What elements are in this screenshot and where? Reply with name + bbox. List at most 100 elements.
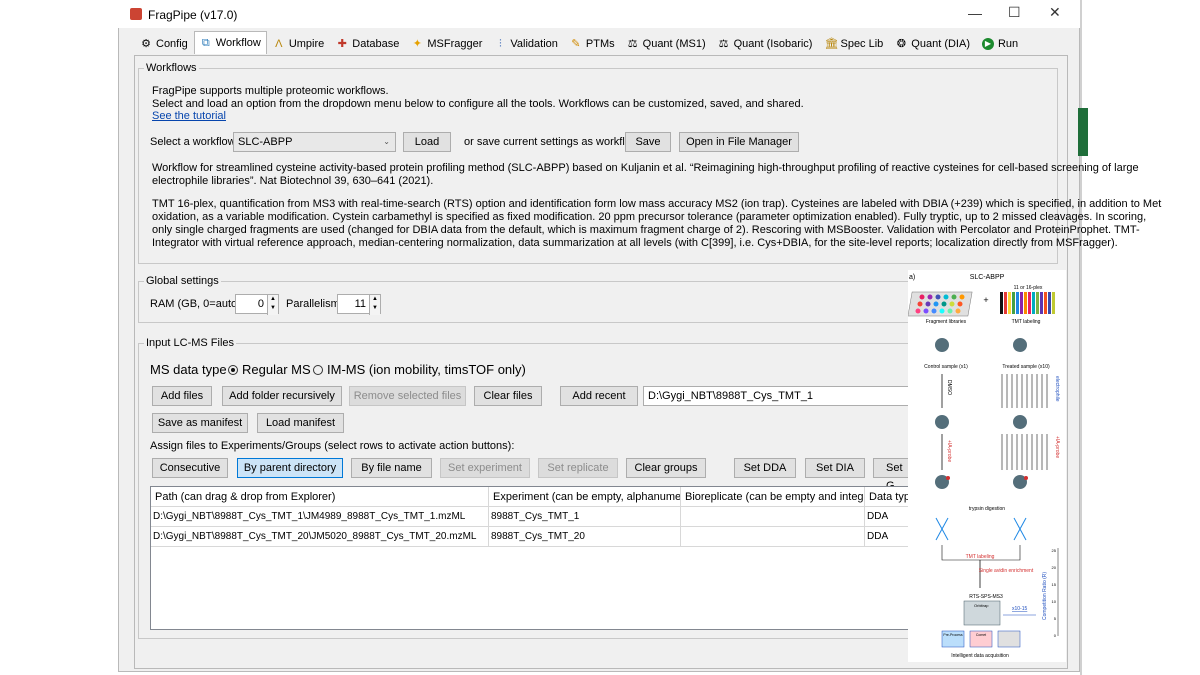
close-button[interactable]: ✕	[1049, 4, 1061, 21]
add-recent-button[interactable]: Add recent	[560, 386, 638, 406]
slc-abpp-schematic: a) SLC-ABPP Fragment libraries + 11 or 1…	[907, 274, 1060, 659]
assign-groups-label: Assign files to Experiments/Groups (sele…	[150, 440, 515, 452]
tab-spec-lib[interactable]: 🏛 Spec Lib	[818, 33, 889, 55]
table-row-1-data-type[interactable]: DDA	[865, 507, 911, 527]
tab-ptms[interactable]: ✎ PTMs	[564, 33, 621, 55]
workflow-select[interactable]: SLC-ABPP ⌄	[233, 132, 396, 152]
parallelism-spinner[interactable]: 11 ▲ ▼	[337, 294, 381, 315]
desktop-background	[1080, 0, 1200, 675]
tab-msfragger[interactable]: ✦ MSFragger	[405, 33, 488, 55]
orbitrap-label: Orbitrap	[974, 603, 989, 608]
regular-ms-radio[interactable]: Regular MS	[228, 362, 311, 377]
minimize-button[interactable]: —	[968, 5, 982, 21]
tmt-tubes-icon	[1000, 292, 1055, 314]
table-row-2-data-type[interactable]: DDA	[865, 527, 911, 547]
add-files-button[interactable]: Add files	[152, 386, 212, 406]
set-group-button[interactable]: Set G	[873, 458, 913, 492]
control-cell-icon	[935, 338, 949, 352]
peptides-icon	[935, 517, 1027, 541]
clear-groups-button[interactable]: Clear groups	[626, 458, 706, 478]
table-row-1-experiment[interactable]: 8988T_Cys_TMT_1	[489, 507, 681, 527]
x10-15-label: x10-15	[1012, 606, 1028, 612]
set-replicate-button[interactable]: Set replicate	[538, 458, 618, 478]
tab-validation[interactable]: ⫶ Validation	[488, 33, 564, 55]
dia-icon: ❂	[896, 38, 906, 50]
table-header-experiment[interactable]: Experiment (can be empty, alphanumeric..…	[489, 487, 681, 507]
workflows-intro-1: FragPipe supports multiple proteomic wor…	[152, 85, 389, 97]
load-workflow-button[interactable]: Load	[403, 132, 451, 152]
table-header-path[interactable]: Path (can drag & drop from Explorer)	[151, 487, 489, 507]
radio-unselected-icon	[313, 364, 323, 375]
probe-arrows-icon	[1001, 434, 1048, 470]
tmt-labeling-top-label: TMT labeling	[1012, 319, 1041, 325]
open-file-manager-button[interactable]: Open in File Manager	[679, 132, 799, 152]
figure-panel-label: a)	[909, 274, 915, 281]
set-experiment-button[interactable]: Set experiment	[440, 458, 530, 478]
tutorial-link[interactable]: See the tutorial	[152, 110, 226, 122]
tab-umpire[interactable]: Λ Umpire	[267, 33, 330, 55]
set-dia-button[interactable]: Set DIA	[805, 458, 865, 478]
treated-cell-icon	[1013, 338, 1027, 352]
table-header-data-type[interactable]: Data type	[865, 487, 911, 507]
save-workflow-button[interactable]: Save	[625, 132, 671, 152]
trypsin-label: trypsin digestion	[969, 506, 1005, 512]
load-manifest-button[interactable]: Load manifest	[257, 413, 344, 433]
workflows-intro-2: Select and load an option from the dropd…	[152, 98, 804, 110]
ram-spinner[interactable]: 0 ▲ ▼	[235, 294, 279, 315]
tab-quant-isobaric[interactable]: ⚖ Quant (Isobaric)	[712, 33, 819, 55]
ratio-tick-5: 5	[1054, 616, 1057, 621]
remove-selected-files-button[interactable]: Remove selected files	[349, 386, 466, 406]
maximize-button[interactable]: ☐	[1008, 4, 1021, 21]
table-row-2-experiment[interactable]: 8988T_Cys_TMT_20	[489, 527, 681, 547]
probe-label-2: +IA-probe	[1054, 436, 1060, 458]
avidin-label: Single avidin enrichment	[979, 568, 1034, 574]
table-row-1-bioreplicate[interactable]	[681, 507, 865, 527]
recent-path-field[interactable]: D:\Gygi_NBT\8988T_Cys_TMT_1	[643, 386, 909, 406]
select-workflow-label: Select a workflow:	[150, 136, 239, 148]
probe-dot-icon	[1024, 476, 1028, 480]
clear-files-button[interactable]: Clear files	[474, 386, 542, 406]
library-icon: 🏛	[824, 38, 839, 50]
tab-config[interactable]: ⚙ Config	[134, 33, 194, 55]
title-bar	[118, 0, 1080, 28]
play-icon: ▶	[981, 38, 994, 50]
tab-database[interactable]: ✚ Database	[330, 33, 405, 55]
plex-label: 11 or 16-plex	[1014, 285, 1043, 291]
workflow-description-1b: electrophile libraries”. Nat Biotechnol …	[152, 175, 434, 187]
figure-title: SLC-ABPP	[970, 274, 1005, 281]
scale-icon: ⚖	[627, 38, 638, 50]
by-parent-directory-button[interactable]: By parent directory	[237, 458, 343, 478]
tab-workflow[interactable]: ⧉ Workflow	[193, 31, 267, 54]
database-icon: ✚	[337, 38, 347, 50]
radio-selected-icon	[228, 364, 238, 375]
ratio-tick-25: 25	[1052, 548, 1057, 553]
files-table: Path (can drag & drop from Explorer) Exp…	[150, 486, 911, 630]
fragment-plate-icon	[907, 291, 973, 317]
ratio-tick-10: 10	[1052, 599, 1057, 604]
tab-run[interactable]: ▶ Run	[976, 33, 1024, 55]
consecutive-button[interactable]: Consecutive	[152, 458, 228, 478]
comet-label: Comet	[976, 633, 986, 637]
table-row-2-bioreplicate[interactable]	[681, 527, 865, 547]
tab-quant-ms1[interactable]: ⚖ Quant (MS1)	[621, 33, 712, 55]
table-row-1-path[interactable]: D:\Gygi_NBT\8988T_Cys_TMT_1\JM4989_8988T…	[151, 507, 489, 527]
probe-dot-icon	[946, 476, 950, 480]
global-settings-title: Global settings	[144, 275, 221, 287]
plus-icon: +	[983, 295, 988, 305]
treated-cell-2-icon	[1013, 415, 1027, 429]
dmso-label: DMSO	[946, 380, 952, 395]
im-ms-radio[interactable]: IM-MS (ion mobility, timsTOF only)	[313, 362, 526, 377]
by-file-name-button[interactable]: By file name	[351, 458, 432, 478]
table-row-2-path[interactable]: D:\Gygi_NBT\8988T_Cys_TMT_20\JM5020_8988…	[151, 527, 489, 547]
set-dda-button[interactable]: Set DDA	[734, 458, 796, 478]
add-folder-button[interactable]: Add folder recursively	[222, 386, 342, 406]
scale-icon: ⚖	[718, 38, 729, 50]
spinner-arrows-icon[interactable]: ▲ ▼	[369, 295, 380, 315]
validation-icon: ⫶	[499, 38, 502, 50]
ratio-tick-0: 0	[1054, 633, 1057, 638]
tab-quant-dia[interactable]: ❂ Quant (DIA)	[889, 33, 976, 55]
fragment-libraries-label: Fragment libraries	[926, 319, 967, 325]
save-manifest-button[interactable]: Save as manifest	[152, 413, 248, 433]
spinner-arrows-icon[interactable]: ▲ ▼	[267, 295, 278, 315]
table-header-bioreplicate[interactable]: Bioreplicate (can be empty and integer)	[681, 487, 865, 507]
